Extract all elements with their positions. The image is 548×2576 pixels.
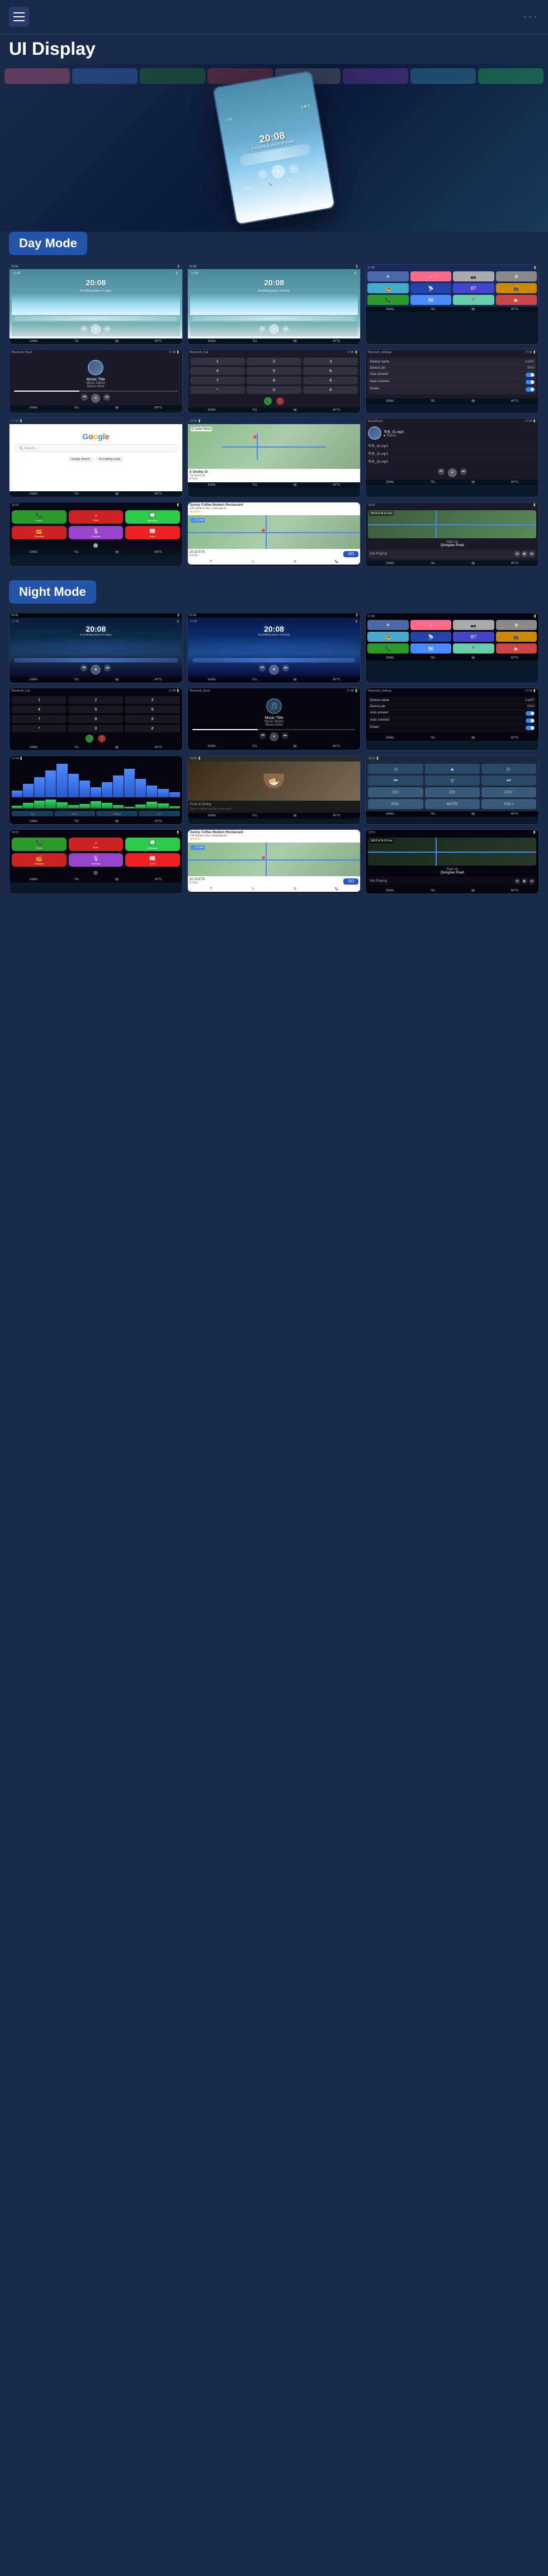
hero-section: 17:48▲ ◉ 🔋 20:08 A soothing piece of mus…: [0, 64, 548, 232]
night-carplay: 18:53🔋 📞Phone ♪Music 💬Messages: [9, 829, 183, 894]
day-mode-section: Day Mode 20:08🔋 17:48🔋 20:08 A soothing …: [0, 232, 548, 580]
day-music-player-2: 20:08🔋 17:48🔋 20:08 A soothing piece of …: [187, 264, 361, 345]
menu-button[interactable]: [9, 7, 29, 27]
page-header: ···: [0, 0, 548, 34]
night-coffee-route: Sunny Coffee Modern Restaurant 345 Moder…: [187, 829, 361, 894]
night-nav-arrows: 18:53 🔋 ◁ ▲ ▷ ⏮ ▽ ⏭ CH-: [365, 755, 539, 825]
night-mode-row-2: Bluetooth_Call17:48 🔋 1 2 3 4 5 6: [9, 688, 539, 751]
night-mode-row-3: 17:54 🔋: [9, 755, 539, 825]
night-music-player-2: 20:08🔋 17:48🔋 20:08 A soothing piece of …: [187, 613, 361, 683]
hero-prev-btn[interactable]: ⏮: [258, 169, 268, 180]
day-carplay: 18:53🔋 📞Phone ♪Music 💬Messages: [9, 502, 183, 567]
day-music-player-1: 20:08🔋 17:48🔋 20:08 A soothing piece of …: [9, 264, 183, 345]
night-mode-row-4: 18:53🔋 📞Phone ♪Music 💬Messages: [9, 829, 539, 894]
power-toggle[interactable]: [526, 387, 535, 392]
night-bluetooth-settings: Bluetooth_Settings17:48 🔋 Device name Ca…: [365, 688, 539, 751]
auto-answer-toggle[interactable]: [526, 373, 535, 377]
day-bluetooth-music: Bluetooth_Music17:48 🔋 🎵 Music Title Mus…: [9, 349, 183, 413]
day-mode-row-3: 17:48 🔋 Google 🔍 Search... Google Search…: [9, 418, 539, 497]
google-search-bar[interactable]: 🔍 Search...: [15, 444, 177, 452]
night-auto-answer-toggle[interactable]: [526, 711, 535, 716]
day-now-playing: 18:53🔋 18/19 ETA 9.0 km Start on Qiongda…: [365, 502, 539, 567]
day-google: 17:48 🔋 Google 🔍 Search... Google Search…: [9, 418, 183, 497]
night-food-screen: 19:00 🔋 🍜 Food & Dining Tap to explore n…: [187, 755, 361, 825]
header-left: [9, 7, 29, 27]
night-mode-row-1: 20:08🔋 17:48🔋 20:08 A soothing piece of …: [9, 613, 539, 683]
day-mode-row-2: Bluetooth_Music17:48 🔋 🎵 Music Title Mus…: [9, 349, 539, 413]
night-music-player-1: 20:08🔋 17:48🔋 20:08 A soothing piece of …: [9, 613, 183, 683]
night-power-toggle[interactable]: [526, 726, 535, 730]
day-coffee-route: Sunny Coffee Modern Restaurant 345 Moder…: [187, 502, 361, 567]
night-app-grid: 17:48🔋 ✈ ♪ 📷 ⚙ 📻 📡 BT 🎬: [365, 613, 539, 683]
day-mode-row-4: 18:53🔋 📞Phone ♪Music 💬Messages: [9, 502, 539, 567]
day-mode-row-1: 20:08🔋 17:48🔋 20:08 A soothing piece of …: [9, 264, 539, 345]
hero-next-btn[interactable]: ⏭: [289, 163, 299, 174]
night-mode-label: Night Mode: [9, 580, 96, 604]
day-mode-label: Day Mode: [9, 232, 87, 255]
day-bluetooth-settings: Bluetooth_Settings17:48 🔋 Device name Ca…: [365, 349, 539, 413]
night-bluetooth-music: Bluetooth_Music17:48 🔋 🎵 Music Title Mus…: [187, 688, 361, 751]
google-logo: Google: [12, 432, 180, 441]
night-now-playing: 18:53🔋 18/19 ETA 9.0 km Start on Qiongda…: [365, 829, 539, 894]
page-title: UI Display: [0, 34, 548, 64]
night-mode-section: Night Mode 20:08🔋 17:48🔋 20:08 A soothin…: [0, 580, 548, 908]
night-auto-connect-toggle[interactable]: [526, 718, 535, 723]
album-art-day: 🎵: [88, 360, 103, 375]
day-bluetooth-call: Bluetooth_Call17:48 🔋 1 2 3 4 5 6: [187, 349, 361, 413]
nav-dots[interactable]: ···: [523, 11, 539, 23]
day-nav-map: 19:00 🔋 E Center Street S Shelby St Tia …: [187, 418, 361, 497]
night-wave-visual: 17:54 🔋: [9, 755, 183, 825]
night-bluetooth-call: Bluetooth_Call17:48 🔋 1 2 3 4 5 6: [9, 688, 183, 751]
auto-connect-toggle[interactable]: [526, 380, 535, 384]
day-social-music: SocialMusic17:48 🔋 🎵 华乐_01.mp3 ▶ Playing…: [365, 418, 539, 497]
hero-play-btn[interactable]: ⏸: [271, 163, 286, 179]
day-app-grid: 17:48🔋 ✈ ♪ 📷 ⚙ 📻 📡 BT 🎬: [365, 264, 539, 345]
